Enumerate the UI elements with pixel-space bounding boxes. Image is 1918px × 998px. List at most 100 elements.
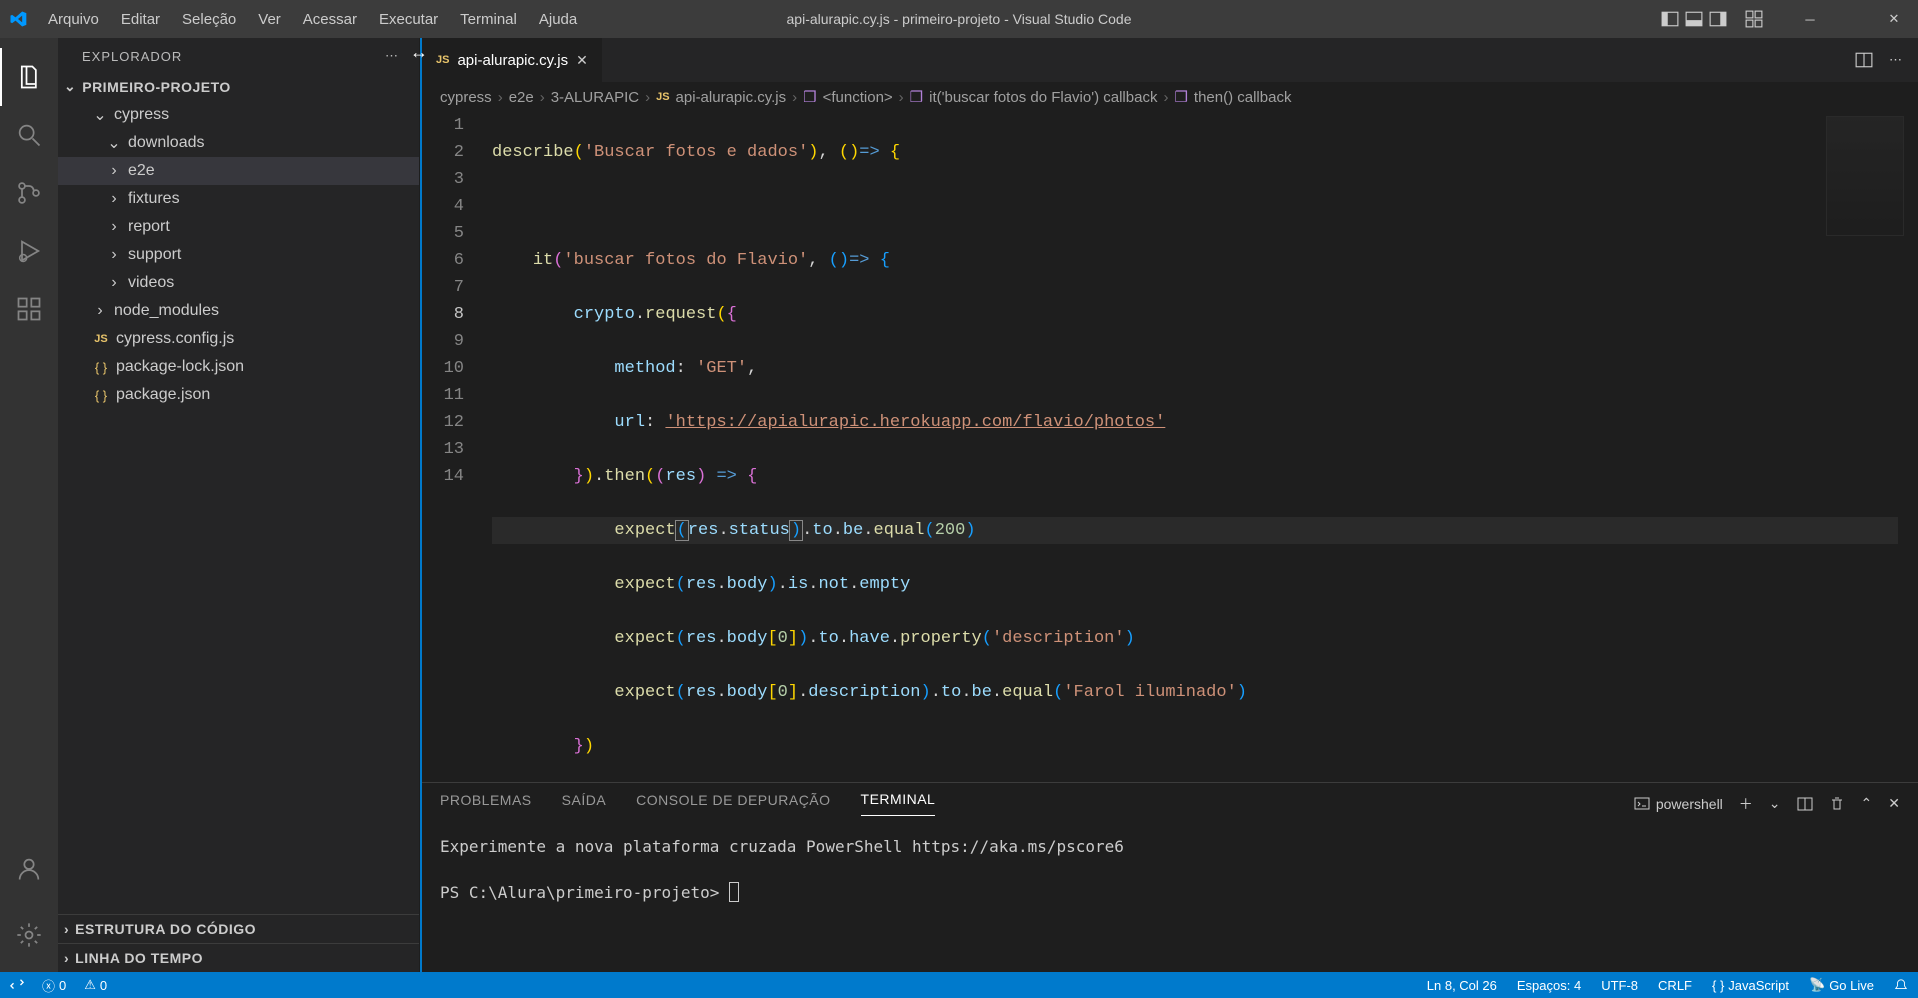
- panel-tab-terminal[interactable]: TERMINAL: [861, 791, 936, 816]
- status-line-col[interactable]: Ln 8, Col 26: [1427, 978, 1497, 993]
- js-file-icon: JS: [92, 333, 110, 345]
- shell-name: powershell: [1656, 796, 1723, 812]
- folder-downloads[interactable]: ⌄downloads: [58, 129, 419, 157]
- status-spaces[interactable]: Espaços: 4: [1517, 978, 1581, 993]
- menu-terminal[interactable]: Terminal: [450, 5, 527, 34]
- status-errors[interactable]: ⓧ 0: [42, 976, 66, 995]
- activity-bar: [0, 38, 58, 972]
- menu-executar[interactable]: Executar: [369, 5, 448, 34]
- tree-label: package.json: [116, 386, 210, 404]
- chevron-right-icon: ›: [64, 950, 69, 966]
- chevron-right-icon: ›: [106, 246, 122, 264]
- terminal[interactable]: Experimente a nova plataforma cruzada Po…: [422, 816, 1918, 972]
- outline-label: ESTRUTURA DO CÓDIGO: [75, 921, 256, 937]
- tree-label: node_modules: [114, 302, 219, 320]
- activity-explorer-icon[interactable]: [0, 48, 58, 106]
- layout-toggle-secondary-icon[interactable]: [1708, 9, 1728, 29]
- layout-toggle-panel-icon[interactable]: [1684, 9, 1704, 29]
- vscode-logo-icon: [8, 9, 28, 29]
- layout-customize-icon[interactable]: [1744, 9, 1764, 29]
- outline-section-header[interactable]: › ESTRUTURA DO CÓDIGO: [58, 914, 419, 943]
- terminal-shell-selector[interactable]: powershell: [1634, 796, 1723, 812]
- breadcrumb-item[interactable]: it('buscar fotos do Flavio') callback: [929, 89, 1157, 106]
- breadcrumb-item[interactable]: 3-ALURAPIC: [551, 89, 639, 106]
- tab-label: api-alurapic.cy.js: [457, 52, 568, 69]
- terminal-cursor-icon: [729, 882, 739, 902]
- breadcrumb-item[interactable]: api-alurapic.cy.js: [676, 89, 787, 106]
- project-section-header[interactable]: ⌄ PRIMEIRO-PROJETO: [58, 74, 419, 99]
- status-language[interactable]: { } JavaScript: [1712, 978, 1789, 993]
- menu-editar[interactable]: Editar: [111, 5, 170, 34]
- status-warnings[interactable]: ⚠ 0: [84, 977, 107, 993]
- menu-ajuda[interactable]: Ajuda: [529, 5, 587, 34]
- menu-acessar[interactable]: Acessar: [293, 5, 367, 34]
- code-editor[interactable]: 1 2 3 4 5 6 7 8 9 10 11 12 13 14 describ…: [422, 112, 1918, 782]
- chevron-right-icon: ›: [106, 162, 122, 180]
- breadcrumb[interactable]: cypress› e2e› 3-ALURAPIC› JS api-alurapi…: [422, 82, 1918, 112]
- breadcrumb-item[interactable]: e2e: [509, 89, 534, 106]
- tab-close-icon[interactable]: ✕: [576, 52, 588, 69]
- folder-node-modules[interactable]: › node_modules: [58, 297, 419, 325]
- panel-maximize-icon[interactable]: ⌃: [1861, 795, 1873, 812]
- tree-label: cypress.config.js: [116, 330, 234, 348]
- folder-e2e[interactable]: ›e2e: [58, 157, 419, 185]
- chevron-right-icon: ›: [64, 921, 69, 937]
- window-maximize-icon[interactable]: [1836, 9, 1868, 29]
- folder-videos[interactable]: ›videos: [58, 269, 419, 297]
- timeline-section-header[interactable]: › LINHA DO TEMPO: [58, 943, 419, 972]
- panel-tab-debug-console[interactable]: CONSOLE DE DEPURAÇÃO: [636, 792, 830, 816]
- status-remote-icon[interactable]: [10, 978, 24, 992]
- code-content[interactable]: describe('Buscar fotos e dados'), ()=> {…: [492, 112, 1918, 782]
- folder-support[interactable]: ›support: [58, 241, 419, 269]
- menu-arquivo[interactable]: Arquivo: [38, 5, 109, 34]
- window-minimize-icon[interactable]: ─: [1794, 9, 1826, 29]
- activity-accounts-icon[interactable]: [0, 840, 58, 898]
- panel-close-icon[interactable]: ✕: [1888, 795, 1900, 812]
- status-eol[interactable]: CRLF: [1658, 978, 1692, 993]
- chevron-down-icon: ⌄: [92, 105, 108, 125]
- breadcrumb-item[interactable]: then() callback: [1194, 89, 1292, 106]
- line-gutter: 1 2 3 4 5 6 7 8 9 10 11 12 13 14: [422, 112, 492, 782]
- activity-settings-icon[interactable]: [0, 906, 58, 964]
- sidebar-more-icon[interactable]: ⋯: [385, 48, 399, 64]
- file-package-json[interactable]: { }package.json: [58, 381, 419, 409]
- timeline-label: LINHA DO TEMPO: [75, 950, 203, 966]
- status-bar: ⓧ 0 ⚠ 0 Ln 8, Col 26 Espaços: 4 UTF-8 CR…: [0, 972, 1918, 998]
- terminal-dropdown-icon[interactable]: ⌄: [1769, 795, 1781, 812]
- menu-selecao[interactable]: Seleção: [172, 5, 246, 34]
- menu-ver[interactable]: Ver: [248, 5, 291, 34]
- terminal-new-icon[interactable]: ＋: [1739, 794, 1753, 814]
- panel-tab-output[interactable]: SAÍDA: [562, 792, 607, 816]
- window-close-icon[interactable]: ✕: [1878, 9, 1910, 29]
- json-file-icon: { }: [92, 360, 110, 375]
- breadcrumb-item[interactable]: <function>: [823, 89, 893, 106]
- breadcrumb-item[interactable]: cypress: [440, 89, 492, 106]
- activity-run-debug-icon[interactable]: [0, 222, 58, 280]
- terminal-trash-icon[interactable]: [1829, 796, 1845, 812]
- panel-tab-problems[interactable]: PROBLEMAS: [440, 792, 532, 816]
- split-editor-icon[interactable]: [1855, 51, 1873, 69]
- layout-toggle-sidebar-icon[interactable]: [1660, 9, 1680, 29]
- status-go-live[interactable]: 📡 Go Live: [1809, 977, 1874, 993]
- symbol-icon: ❒: [803, 88, 816, 106]
- chevron-right-icon: ›: [106, 190, 122, 208]
- status-notifications-icon[interactable]: [1894, 978, 1908, 992]
- tree-label: package-lock.json: [116, 358, 244, 376]
- status-encoding[interactable]: UTF-8: [1601, 978, 1638, 993]
- chevron-down-icon: ⌄: [106, 133, 122, 153]
- activity-extensions-icon[interactable]: [0, 280, 58, 338]
- activity-source-control-icon[interactable]: [0, 164, 58, 222]
- file-package-lock[interactable]: { } package-lock.json: [58, 353, 419, 381]
- file-cypress-config[interactable]: JS cypress.config.js: [58, 325, 419, 353]
- file-tree: ⌄cypress ⌄downloads ›e2e ›fixtures ›repo…: [58, 99, 419, 914]
- minimap[interactable]: [1826, 116, 1904, 236]
- editor-more-icon[interactable]: ⋯: [1889, 52, 1902, 68]
- folder-cypress[interactable]: ⌄cypress: [58, 101, 419, 129]
- resize-handle-icon[interactable]: ↔: [410, 42, 428, 63]
- terminal-split-icon[interactable]: [1797, 796, 1813, 812]
- folder-fixtures[interactable]: ›fixtures: [58, 185, 419, 213]
- tab-api-alurapic[interactable]: JS api-alurapic.cy.js ✕: [422, 38, 603, 82]
- folder-report[interactable]: ›report: [58, 213, 419, 241]
- activity-search-icon[interactable]: [0, 106, 58, 164]
- chevron-right-icon: ›: [92, 302, 108, 320]
